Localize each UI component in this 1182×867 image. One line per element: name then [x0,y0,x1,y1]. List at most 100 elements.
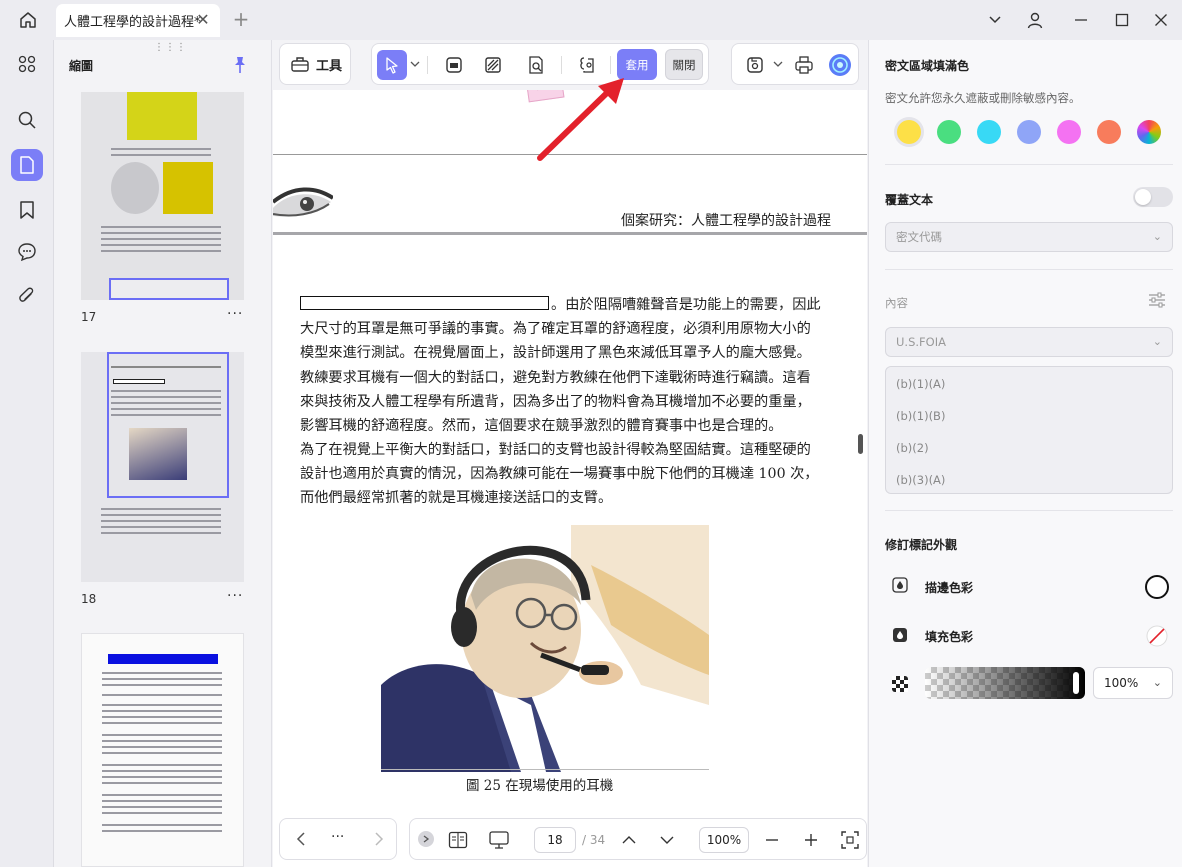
window-close-button[interactable] [1146,6,1176,34]
opacity-checker-icon [891,675,909,693]
mark-appearance-title: 修訂標記外觀 [885,538,958,552]
fill-color-title: 密文區域填滿色 [885,59,970,73]
swatch-orange[interactable] [1097,120,1121,144]
chevron-up-icon[interactable] [617,828,641,852]
tools-button[interactable]: 工具 [316,55,342,74]
thumbnail-image [129,428,187,480]
attachment-icon[interactable] [11,280,43,312]
code-list-item[interactable]: (b)(3)(A) [896,473,945,487]
title-bar: 人體工程學的設計過程* ✕ + [0,0,1182,40]
document-tab[interactable]: 人體工程學的設計過程* ✕ [56,4,220,37]
document-canvas: 17 個案研究：人體工程學的設計過程 。由於阻隔嘈雜聲音是功能上的需要，因此 大… [273,90,867,867]
redaction-code-select[interactable]: 密文代碼 ⌄ [885,222,1173,252]
new-tab-button[interactable]: + [230,8,252,30]
toolbox-icon[interactable] [290,54,310,74]
code-list-item[interactable]: (b)(1)(B) [896,409,945,423]
swatch-green[interactable] [937,120,961,144]
zoom-level-input[interactable]: 100% [699,827,749,853]
home-icon [20,12,36,28]
ai-assistant-icon[interactable] [825,50,855,80]
foia-value: U.S.FOIA [896,335,946,349]
apps-grid-icon[interactable] [11,48,43,80]
thumbnails-icon[interactable] [11,149,43,181]
maximize-button[interactable] [1107,6,1137,34]
comment-icon[interactable] [11,236,43,268]
fill-color-icon [891,626,909,644]
body-line: 影響耳機的舒適程度。然而，這個要求在競爭激烈的體育賽事中也是合理的。 [300,418,783,434]
opacity-slider-handle[interactable] [1073,672,1079,694]
search-icon[interactable] [11,104,43,136]
document-tab-label: 人體工程學的設計過程* [64,15,201,30]
select-cursor-icon[interactable] [377,50,407,80]
overlay-text-title: 覆蓋文本 [885,193,934,207]
chevron-down-icon[interactable] [980,6,1010,34]
presentation-icon[interactable] [487,828,511,852]
panel-resize-handle[interactable]: ⋮⋮⋮ [154,42,187,53]
code-list-item[interactable]: (b)(2) [896,441,929,455]
thumbnail-page-17[interactable] [81,92,244,300]
left-rail [0,40,54,867]
border-color-label: 描邊色彩 [925,581,974,595]
thumbnail-selection [109,278,229,300]
account-icon[interactable] [1020,6,1050,34]
page-layout-icon[interactable] [446,828,470,852]
thumbnail-more-button[interactable]: ··· [227,306,243,322]
border-color-icon [891,576,909,594]
fill-color-picker[interactable] [1145,624,1169,648]
swatch-cyan[interactable] [977,120,1001,144]
content-label: 內容 [885,296,908,310]
thumbnail-heading-bar [108,654,218,664]
chevron-left-icon[interactable] [288,826,314,852]
home-button[interactable] [10,6,46,34]
chevron-right-icon[interactable] [366,826,392,852]
redact-area-icon[interactable] [478,50,508,80]
border-color-picker[interactable] [1145,575,1169,599]
swatch-custom-color[interactable] [1137,120,1161,144]
page-number-input[interactable]: 18 [534,827,576,853]
opacity-slider[interactable] [925,667,1085,699]
code-list: (b)(1)(A) (b)(1)(B) (b)(2) (b)(3)(A) [885,366,1173,494]
thumbnail-panel-title: 縮圖 [69,59,94,73]
pin-icon[interactable] [229,54,251,76]
thumbnail-page-19[interactable] [81,633,244,867]
save-icon[interactable] [740,50,770,80]
close-redact-button[interactable]: 關閉 [665,49,703,80]
settings-sliders-icon[interactable] [1147,290,1167,310]
more-options-button[interactable]: ··· [331,829,344,845]
thumbnail-image [111,162,159,214]
body-line: 教練要求耳機有一個大的對話口，避免對方教練在他們下達戰術時進行竊讀。這看 [300,370,811,386]
minimize-button[interactable] [1066,6,1096,34]
swatch-pink[interactable] [1057,120,1081,144]
redact-text-icon[interactable] [439,50,469,80]
swatch-yellow[interactable] [897,120,921,144]
chevron-down-icon[interactable] [655,828,679,852]
header-eye-image [273,184,335,230]
foia-select[interactable]: U.S.FOIA ⌄ [885,327,1173,357]
thumbnail-more-button[interactable]: ··· [227,588,243,604]
print-icon[interactable] [789,50,819,80]
redaction-mark[interactable] [300,296,549,310]
zoom-out-icon[interactable] [760,828,784,852]
collapse-nav-icon[interactable] [418,831,434,847]
opacity-select[interactable]: 100% ⌄ [1093,667,1173,699]
swatch-blue[interactable] [1017,120,1041,144]
body-line: 模型來進行測試。在視覺層面上，設計師選用了黑色來減低耳罩予人的龐大感覺。 [300,345,811,361]
running-header: 個案研究：人體工程學的設計過程 [621,213,831,229]
body-line: 為了在視覺上平衡大的對話口，對話口的支臂也設計得較為堅固結實。這種堅硬的 [300,442,811,458]
output-group [731,43,859,85]
zoom-in-icon[interactable] [799,828,823,852]
page-nav-group: 18 / 34 100% [409,818,867,860]
bookmark-icon[interactable] [11,194,43,226]
close-tab-button[interactable]: ✕ [194,11,212,29]
fit-page-icon[interactable] [838,828,862,852]
opacity-value: 100% [1104,676,1139,690]
figure-caption: 圖 25 在現場使用的耳機 [466,778,614,794]
chevron-down-icon: ⌄ [1152,230,1162,243]
chevron-down-icon[interactable] [772,58,784,70]
overlay-text-toggle[interactable] [1133,187,1173,207]
scrollbar-thumb[interactable] [858,434,863,454]
redaction-properties-panel: 密文區域填滿色 密文允許您永久遮蔽或刪除敏感內容。 覆蓋文本 密文代碼 ⌄ 內容… [868,40,1182,867]
chevron-down-icon[interactable] [409,58,421,70]
code-list-item[interactable]: (b)(1)(A) [896,377,945,391]
thumbnail-page-18[interactable] [81,352,244,582]
